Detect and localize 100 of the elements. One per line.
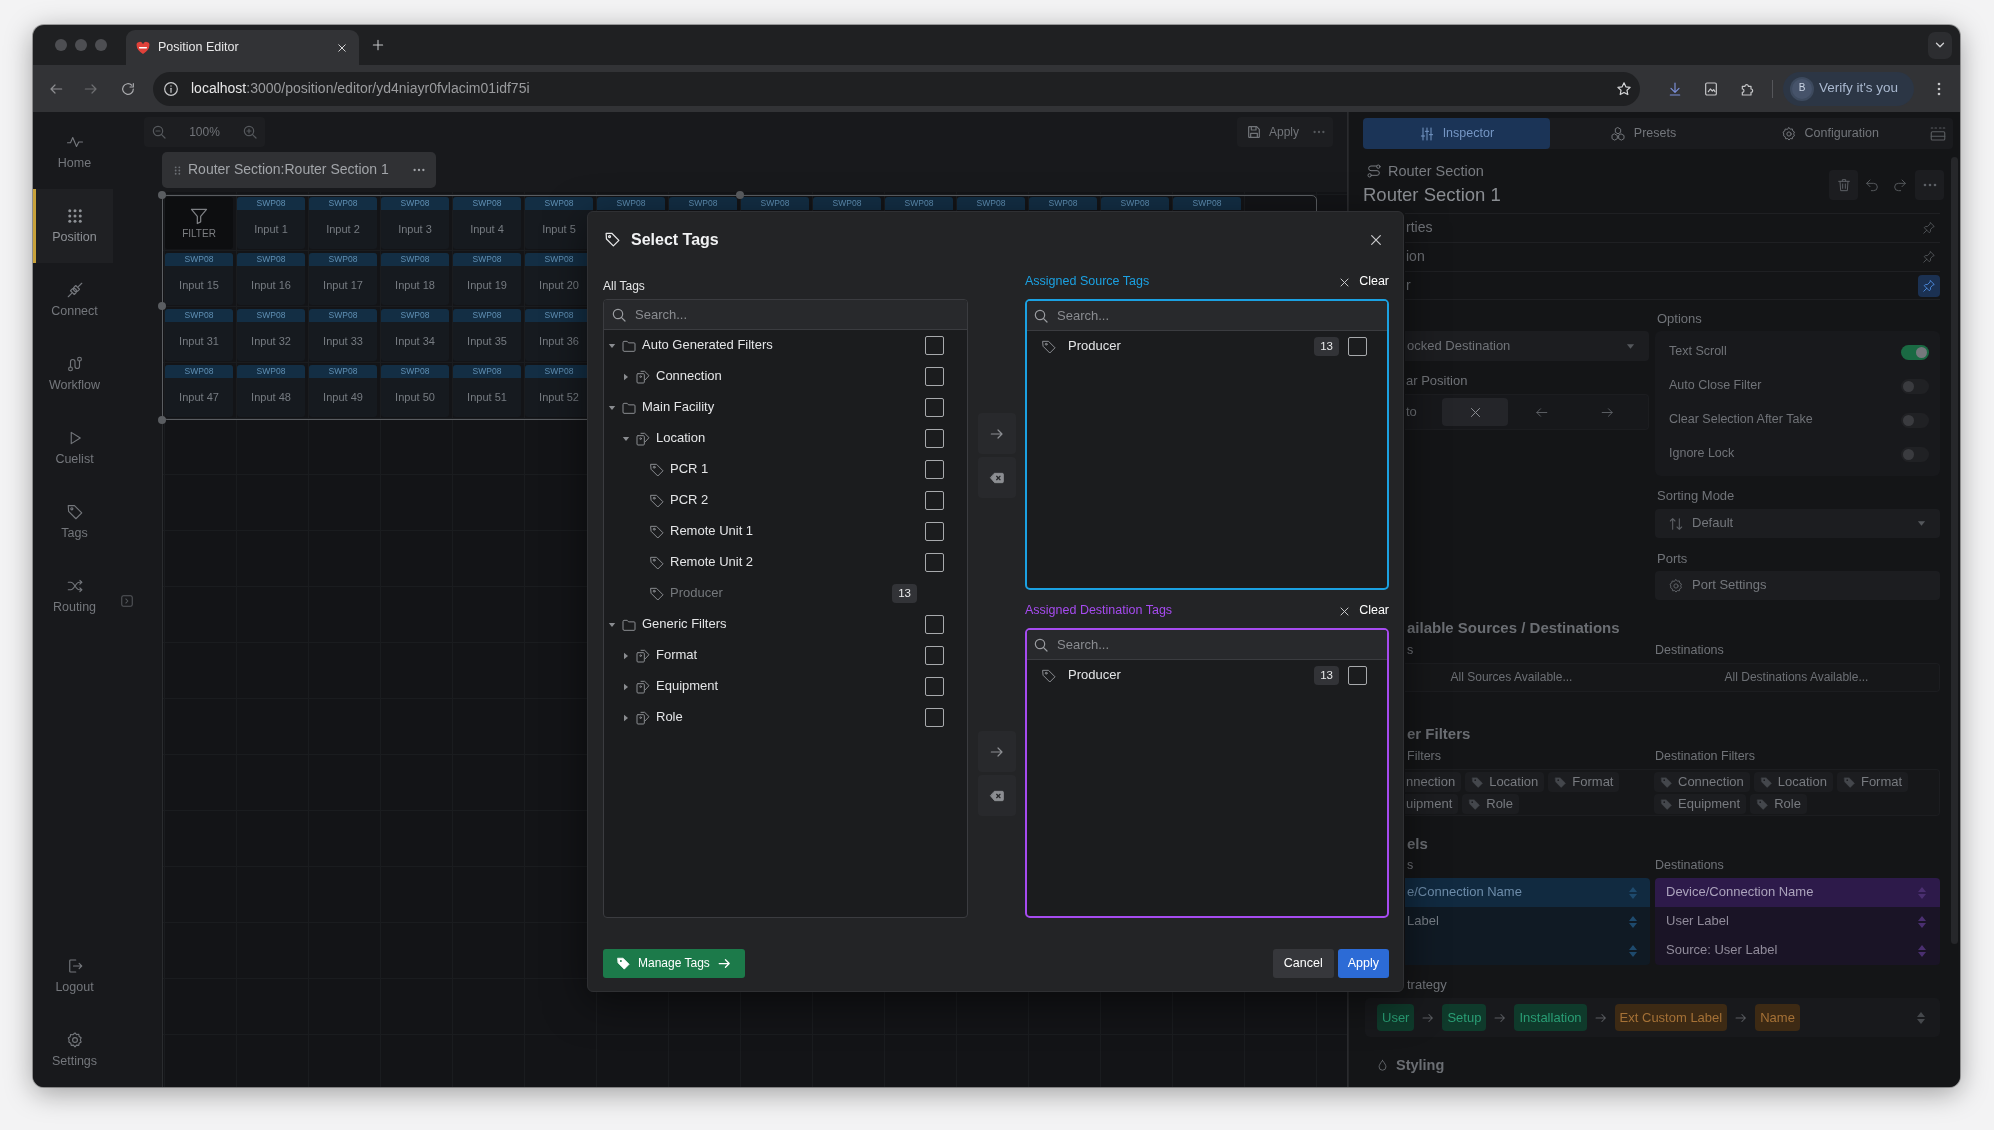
checkbox[interactable]	[925, 522, 944, 541]
checkbox[interactable]	[925, 336, 944, 355]
panel-tab[interactable]: Presets	[1549, 118, 1737, 149]
filter-chip[interactable]: Format	[1548, 772, 1620, 792]
checkbox[interactable]	[925, 398, 944, 417]
input-tile[interactable]: SWP08 Input 15	[165, 253, 233, 305]
clear-button[interactable]: Clear	[1338, 603, 1389, 619]
filter-button[interactable]: FILTER	[165, 197, 233, 249]
input-tile[interactable]: SWP08 Input 2	[309, 197, 377, 249]
info-icon[interactable]	[163, 80, 179, 97]
input-tile[interactable]: SWP08 Input 51	[453, 365, 521, 417]
caret-icon[interactable]	[622, 372, 630, 381]
sidebar-item[interactable]: Tags	[33, 485, 113, 559]
checkbox[interactable]	[925, 677, 944, 696]
tree-item-label[interactable]: Location	[656, 430, 706, 447]
toggle-switch[interactable]	[1901, 446, 1929, 462]
panel-tab[interactable]: Inspector	[1363, 118, 1550, 149]
section-title[interactable]: r	[1406, 276, 1411, 295]
caret-icon[interactable]	[608, 341, 616, 350]
resize-handle-icon[interactable]	[158, 302, 166, 310]
download-icon[interactable]	[1667, 80, 1683, 97]
filter-chip[interactable]: Role	[1462, 794, 1519, 814]
filter-chip[interactable]: Equipment	[1654, 794, 1747, 814]
input-tile[interactable]: SWP08 Input 47	[165, 365, 233, 417]
checkbox[interactable]	[925, 460, 944, 479]
panel-toggle-icon[interactable]	[120, 594, 134, 608]
section-title[interactable]: rties	[1406, 219, 1433, 237]
tree-item-label[interactable]: Remote Unit 1	[670, 523, 754, 540]
reload-icon[interactable]	[120, 80, 136, 97]
caret-icon[interactable]	[622, 651, 630, 660]
input-tile[interactable]: SWP08 Input 5	[525, 197, 593, 249]
checkbox[interactable]	[925, 429, 944, 448]
filter-chip[interactable]: Format	[1836, 772, 1909, 792]
tree-item-label[interactable]: Producer	[1068, 338, 1121, 355]
caret-icon[interactable]	[622, 713, 630, 722]
label-row[interactable]: Source: User Label	[1655, 936, 1940, 965]
cancel-button[interactable]: Cancel	[1272, 949, 1334, 978]
strategy-chip[interactable]: Installation	[1514, 1004, 1587, 1031]
label-row[interactable]: Label	[1405, 907, 1650, 936]
section-title[interactable]: ion	[1406, 248, 1425, 266]
checkbox[interactable]	[1348, 337, 1367, 356]
input-tile[interactable]: SWP08 Input 3	[381, 197, 449, 249]
filter-chip[interactable]: uipment	[1405, 794, 1459, 814]
address-bar[interactable]: localhost:3000/position/editor/yd4niayr0fvlacim01idf75i	[153, 71, 1640, 106]
tree-item-label[interactable]: Connection	[656, 368, 722, 385]
search-field[interactable]: Search...	[1027, 630, 1387, 660]
resize-handle-icon[interactable]	[158, 416, 166, 424]
sidebar-item[interactable]: Logout	[33, 939, 113, 1013]
toggle-switch[interactable]	[1901, 412, 1929, 428]
tree-item-label[interactable]: Role	[656, 709, 683, 726]
input-tile[interactable]: SWP08 Input 19	[453, 253, 521, 305]
checkbox[interactable]	[925, 553, 944, 572]
checkbox[interactable]	[925, 708, 944, 727]
toggle-switch[interactable]	[1901, 378, 1929, 394]
segment-button[interactable]: to	[1405, 398, 1442, 426]
image-icon[interactable]	[1703, 80, 1719, 97]
search-field[interactable]: Search...	[1027, 301, 1387, 331]
strategy-chip[interactable]: Name	[1755, 1004, 1800, 1031]
input-tile[interactable]: SWP08 Input 4	[453, 197, 521, 249]
caret-icon[interactable]	[608, 620, 616, 629]
panel-tab[interactable]: Configuration	[1736, 118, 1923, 149]
tree-item-label[interactable]: Generic Filters	[642, 616, 727, 633]
tree-item-label[interactable]: Main Facility	[642, 399, 715, 416]
input-tile[interactable]: SWP08 Input 18	[381, 253, 449, 305]
remove-button[interactable]	[977, 775, 1016, 816]
input-tile[interactable]: SWP08 Input 50	[381, 365, 449, 417]
input-tile[interactable]: SWP08 Input 49	[309, 365, 377, 417]
strategy-chip[interactable]: User	[1377, 1004, 1415, 1031]
mode-dropdown[interactable]: ocked Destination	[1405, 331, 1649, 361]
chevron-down-icon[interactable]	[1928, 31, 1952, 59]
tree-item-label[interactable]: Producer	[1068, 667, 1121, 684]
tree-item-label[interactable]: Equipment	[656, 678, 719, 695]
filter-chip[interactable]: Location	[1465, 772, 1545, 792]
label-row[interactable]: e/Connection Name	[1405, 878, 1650, 907]
tree-item-label[interactable]: Auto Generated Filters	[642, 337, 773, 354]
input-tile[interactable]: SWP08 Input 33	[309, 309, 377, 361]
input-tile[interactable]: SWP08 Input 31	[165, 309, 233, 361]
sidebar-item[interactable]: Workflow	[33, 337, 113, 411]
sidebar-item[interactable]: Settings	[33, 1013, 113, 1087]
sidebar-item[interactable]: Position	[33, 189, 113, 263]
sidebar-item[interactable]: Cuelist	[33, 411, 113, 485]
close-icon[interactable]	[336, 41, 348, 54]
apply-button[interactable]: Apply	[1236, 117, 1308, 147]
caret-icon[interactable]	[608, 403, 616, 412]
checkbox[interactable]	[1348, 666, 1367, 685]
input-tile[interactable]: SWP08 Input 34	[381, 309, 449, 361]
input-tile[interactable]: SWP08 Input 1	[237, 197, 305, 249]
sidebar-item[interactable]: Routing	[33, 559, 113, 633]
tree-item-label[interactable]: Remote Unit 2	[670, 554, 754, 571]
checkbox[interactable]	[925, 615, 944, 634]
label-row[interactable]: Device/Connection Name	[1655, 878, 1940, 907]
caret-icon[interactable]	[622, 682, 630, 691]
apply-button[interactable]: Apply	[1337, 949, 1389, 978]
tree-item-label[interactable]: Format	[656, 647, 698, 664]
checkbox[interactable]	[925, 367, 944, 386]
browser-tab[interactable]: Position Editor	[126, 30, 359, 65]
label-row[interactable]: User Label	[1655, 907, 1940, 936]
strategy-chip[interactable]: Setup	[1442, 1004, 1487, 1031]
input-tile[interactable]: SWP08 Input 16	[237, 253, 305, 305]
plus-icon[interactable]	[371, 38, 385, 52]
